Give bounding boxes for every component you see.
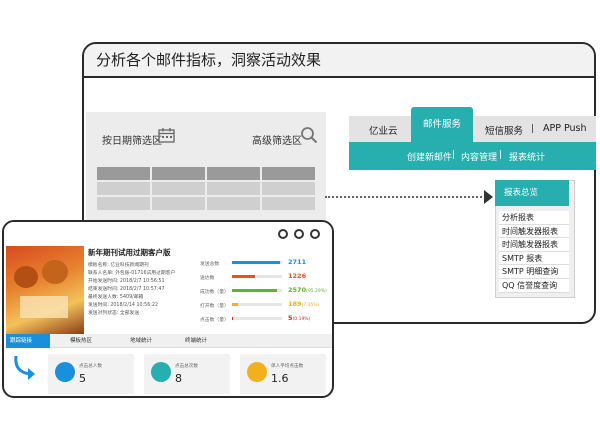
main-nav: 亿业云 邮件服务 短信服务 | APP Push (349, 107, 596, 143)
connector-arrow-icon (484, 190, 493, 204)
tab-email-service[interactable]: 邮件服务 (411, 107, 473, 143)
tab-device-stats[interactable]: 终端统计 (181, 334, 207, 348)
search-icon[interactable] (300, 126, 318, 144)
report-dropdown: 报表总览 分析报表 时间触发器报表 时间触发器报表 SMTP 报表 SMTP 明… (495, 180, 575, 298)
metric-value: 189(7.35%) (288, 300, 320, 308)
metric-label: 点击数（量） (200, 318, 229, 323)
stat-card-click-count: 点击总次数 8 (144, 354, 230, 394)
stat-card-avg-clicks: 单人平均点击数 1.6 (240, 354, 326, 394)
metric-value: 2570(95.29%) (288, 286, 327, 294)
cursor-click-icon (151, 362, 171, 382)
metric-value: 2711 (288, 258, 307, 266)
window-control-icon[interactable] (294, 229, 304, 239)
tab-sms-service[interactable]: 短信服务 (485, 123, 523, 137)
dropdown-item[interactable]: SMTP 报表 (499, 251, 569, 266)
metric-value: 5(0.19%) (288, 314, 311, 322)
placeholder-table (97, 167, 315, 212)
tab-template-heatmap[interactable]: 模板热区 (66, 334, 92, 348)
campaign-title: 新年期刊试用过期客户版 (88, 248, 171, 257)
metric-bar (232, 261, 282, 264)
link-icon (247, 362, 267, 382)
metric-label: 发送总数 (200, 262, 220, 267)
subnav-report-stats[interactable]: 报表统计 (509, 150, 545, 163)
curved-arrow-icon (14, 355, 35, 380)
subnav-content-manage[interactable]: 内容管理 (461, 150, 497, 163)
tab-region-stats[interactable]: 地域统计 (126, 334, 152, 348)
dropdown-header[interactable]: 报表总览 (495, 180, 569, 206)
dropdown-item[interactable]: SMTP 明细查询 (499, 265, 569, 279)
calendar-icon[interactable] (158, 127, 175, 143)
stat-label: 单人平均点击数 (271, 364, 304, 369)
metric-value: 1226 (288, 272, 307, 280)
subnav-create-email[interactable]: 创建新邮件 (407, 150, 452, 163)
campaign-meta: 发送对列状态: 全部发送 (88, 311, 140, 316)
subnav-separator: | (499, 150, 503, 160)
table-row (97, 197, 315, 210)
metric-bar (232, 289, 282, 292)
dropdown-item[interactable]: 时间触发器报表 (499, 224, 569, 239)
dropdown-item[interactable]: 分析报表 (499, 211, 569, 225)
campaign-meta: 模板名称: 亿业科技新闻期刊 (88, 263, 149, 268)
window-titlebar (4, 222, 332, 244)
stat-value: 1.6 (271, 372, 289, 385)
campaign-meta: 发送时间: 2018/2/14 10:56:22 (88, 303, 158, 308)
filter-panel: 按日期筛选区 高级筛选区 (86, 112, 326, 222)
window-control-icon[interactable] (310, 229, 320, 239)
campaign-thumbnail[interactable] (6, 246, 84, 334)
connector-line (325, 196, 490, 198)
metric-bar (232, 317, 282, 320)
stat-label: 点击总次数 (175, 364, 198, 369)
stat-value: 8 (175, 372, 182, 385)
metric-label: 送达数 (200, 276, 215, 281)
dropdown-item[interactable]: QQ 信誉度查询 (499, 278, 569, 293)
detail-tabs: 跟踪链接 模板热区 地域统计 终端统计 (6, 334, 332, 348)
stat-value: 5 (79, 372, 86, 385)
table-row (97, 182, 315, 195)
table-header-row (97, 167, 315, 180)
campaign-meta: 开始发送时间: 2018/2/7 10:56:51 (88, 279, 165, 284)
tab-tracking-links[interactable]: 跟踪链接 (6, 334, 50, 348)
advanced-filter-label[interactable]: 高级筛选区 (252, 132, 302, 147)
metric-label: 打开数（量） (200, 304, 229, 309)
stat-card-click-users: 点击总人数 5 (48, 354, 134, 394)
subnav-separator: | (452, 150, 456, 160)
dropdown-item[interactable]: 时间触发器报表 (499, 238, 569, 252)
report-window-front: 新年期刊试用过期客户版 模板名称: 亿业科技新闻期刊 联系人名单: 外包账-01… (2, 220, 334, 398)
date-filter-label[interactable]: 按日期筛选区 (102, 132, 162, 147)
tab-yiyeyun[interactable]: 亿业云 (369, 123, 398, 137)
campaign-meta: 结束发送时间: 2018/2/7 10:57:47 (88, 287, 165, 292)
sub-nav: 创建新邮件 | 内容管理 | 报表统计 (349, 142, 596, 170)
campaign-meta: 最终发送人数: 5409/邮箱 (88, 295, 144, 300)
window-control-icon[interactable] (278, 229, 288, 239)
nav-separator: | (531, 124, 535, 134)
metric-label: 成功数（量） (200, 290, 229, 295)
metric-bar (232, 303, 282, 306)
stat-label: 点击总人数 (79, 364, 102, 369)
metric-bar (232, 275, 282, 278)
users-icon (55, 362, 75, 382)
tab-app-push[interactable]: APP Push (543, 123, 587, 134)
campaign-meta: 联系人名单: 外包账-01716试用过期客户 (88, 271, 176, 276)
headline: 分析各个邮件指标，洞察活动效果 (84, 44, 594, 78)
